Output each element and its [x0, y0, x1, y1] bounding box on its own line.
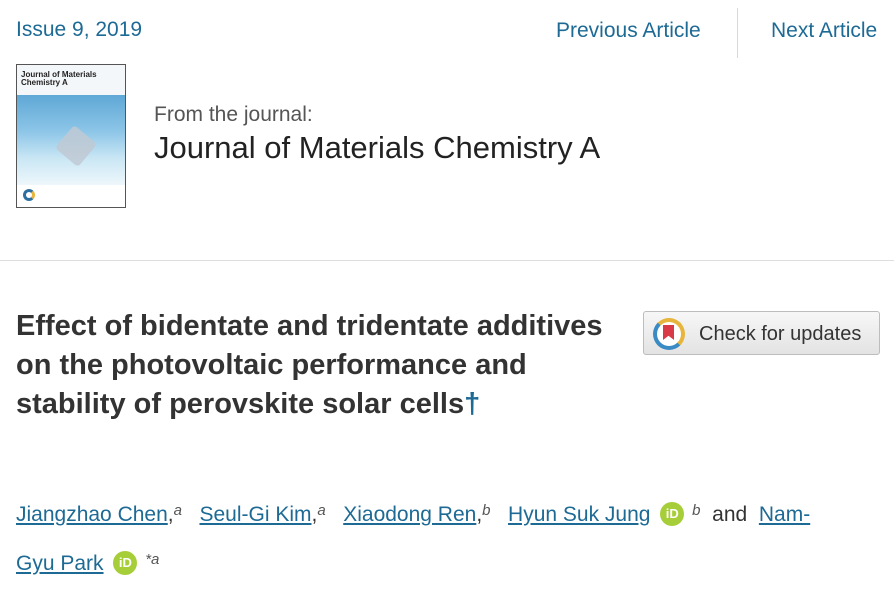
article-nav: Issue 9, 2019 Previous Article Next Arti…	[0, 0, 894, 62]
cover-title: Journal of Materials Chemistry A	[21, 70, 97, 87]
article-title: Effect of bidentate and tridentate addit…	[16, 307, 626, 424]
article-title-text: Effect of bidentate and tridentate addit…	[16, 310, 603, 420]
check-for-updates-label: Check for updates	[699, 323, 862, 345]
author-link[interactable]: Seul-Gi Kim	[199, 503, 311, 526]
journal-cover-image[interactable]: Journal of Materials Chemistry A	[16, 64, 126, 208]
orcid-icon[interactable]: iD	[113, 551, 138, 575]
affiliation-marker: b	[692, 502, 701, 519]
issue-link[interactable]: Issue 9, 2019	[16, 18, 142, 42]
electronic-supplementary-link[interactable]: †	[464, 388, 480, 420]
publisher-logo-icon	[23, 189, 35, 201]
author-link[interactable]: Gyu Park	[16, 552, 104, 575]
and-text: and	[712, 503, 748, 526]
affiliation-marker: *a	[145, 551, 160, 568]
previous-article-link[interactable]: Previous Article	[556, 19, 701, 43]
check-for-updates-button[interactable]: Check for updates	[643, 311, 880, 355]
author-link[interactable]: Xiaodong Ren	[343, 503, 476, 526]
author-link[interactable]: Nam-	[759, 503, 810, 526]
author-link[interactable]: Jiangzhao Chen	[16, 503, 168, 526]
section-divider	[0, 260, 894, 261]
from-journal-label: From the journal:	[154, 103, 313, 126]
author-link[interactable]: Hyun Suk Jung	[508, 503, 650, 526]
affiliation-marker: a	[317, 502, 326, 519]
journal-name[interactable]: Journal of Materials Chemistry A	[154, 130, 600, 166]
orcid-icon[interactable]: iD	[660, 502, 685, 526]
next-article-link[interactable]: Next Article	[771, 19, 877, 43]
affiliation-marker: b	[482, 502, 491, 519]
affiliation-marker: a	[173, 502, 182, 519]
nav-divider	[737, 8, 738, 58]
